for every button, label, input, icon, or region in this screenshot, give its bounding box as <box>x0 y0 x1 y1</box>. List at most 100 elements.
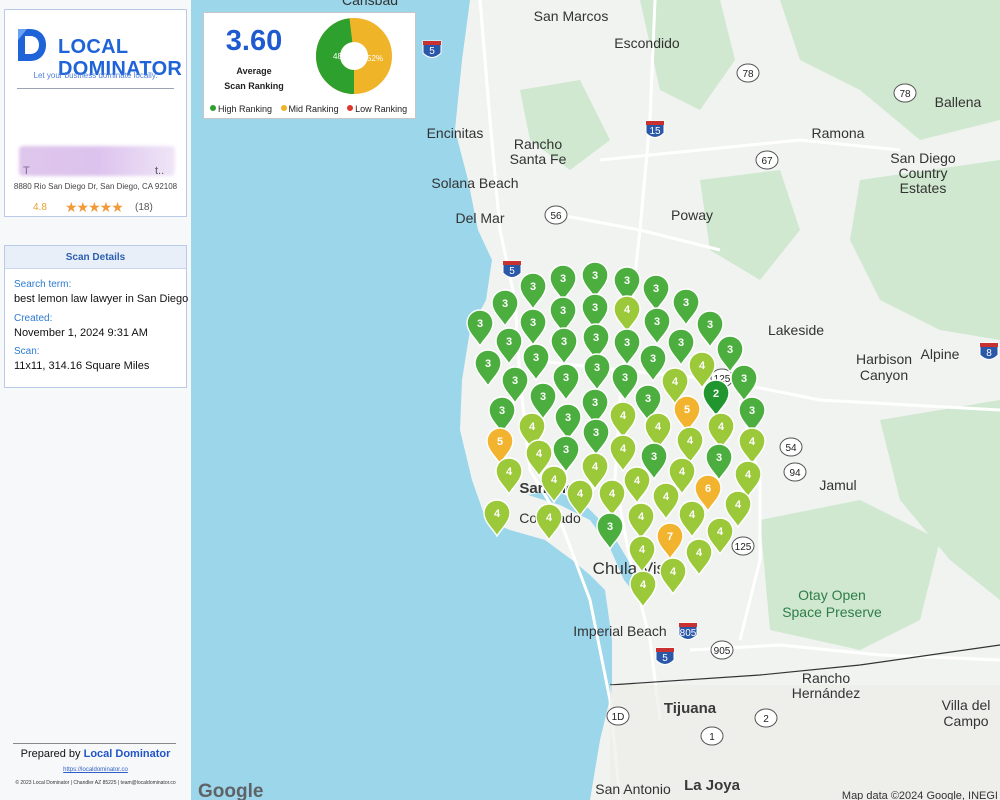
pin-rank-label: 2 <box>713 388 719 400</box>
svg-text:56: 56 <box>550 211 562 222</box>
business-name-redacted <box>19 146 175 176</box>
pin-rank-label: 4 <box>745 469 752 481</box>
place-label: Ballena <box>935 94 982 110</box>
place-label: Tijuana <box>664 700 717 717</box>
legend-mid: Mid Ranking <box>280 104 339 114</box>
place-label: Estates <box>900 180 947 196</box>
pin-rank-label: 3 <box>592 302 598 314</box>
prepared-prefix: Prepared by <box>20 748 84 760</box>
pin-rank-label: 3 <box>624 275 630 287</box>
pin-rank-label: 4 <box>620 410 627 422</box>
business-address: 8880 Rio San Diego Dr, San Diego, CA 921… <box>13 182 178 191</box>
place-label: Harbison <box>856 351 912 367</box>
legend-dot-icon <box>347 105 354 111</box>
route-shield-icon: 56 <box>544 205 568 225</box>
place-label: San Marcos <box>534 8 609 24</box>
brand-tagline: Let your business dominate locally. <box>33 71 158 80</box>
place-label: Space Preserve <box>782 604 882 620</box>
pin-rank-label: 3 <box>593 427 599 439</box>
footer-fine-print: © 2023 Local Dominator | Chandler AZ 852… <box>15 780 176 786</box>
donut-high-label: 48% <box>333 52 349 61</box>
route-shield-icon: 5 <box>502 260 522 278</box>
pin-rank-label: 3 <box>560 305 566 317</box>
legend-dot-icon <box>210 105 216 111</box>
pin-rank-label: 4 <box>609 488 616 500</box>
scan-details-card: Scan Details Search term: best lemon law… <box>4 245 188 388</box>
pin-rank-label: 3 <box>716 452 722 464</box>
pin-rank-label: 3 <box>645 393 651 405</box>
pin-rank-label: 4 <box>679 466 686 478</box>
pin-rank-label: 3 <box>563 372 569 384</box>
pin-rank-label: 4 <box>670 566 677 578</box>
place-label: Escondido <box>614 35 680 51</box>
search-term-value: best lemon law lawyer in San Diego <box>14 293 189 305</box>
pin-rank-label: 3 <box>502 298 508 310</box>
route-shield-icon: 54 <box>779 437 803 457</box>
pin-rank-label: 3 <box>485 358 491 370</box>
pin-rank-label: 3 <box>560 273 566 285</box>
pin-rank-label: 5 <box>497 436 503 448</box>
place-label: Canyon <box>860 367 908 383</box>
pin-rank-label: 3 <box>477 318 483 330</box>
donut-mid-label: 52% <box>367 54 383 63</box>
route-shield-icon: 125 <box>731 536 755 556</box>
pin-rank-label: 4 <box>687 435 694 447</box>
place-label: San Antonio <box>595 781 671 797</box>
pin-rank-label: 4 <box>494 508 501 520</box>
legend-high-label: High Ranking <box>218 104 273 114</box>
route-shield-icon: 78 <box>893 83 917 103</box>
place-label: Poway <box>671 207 713 223</box>
place-label: Del Mar <box>455 210 504 226</box>
place-label: Ramona <box>812 125 865 141</box>
svg-text:5: 5 <box>662 653 668 664</box>
pin-rank-label: 4 <box>529 421 536 433</box>
pin-rank-label: 4 <box>624 304 631 316</box>
pin-rank-label: 5 <box>684 404 690 416</box>
brand-logo: LOCAL DOMINATOR <box>12 24 184 80</box>
place-label: Imperial Beach <box>573 623 666 639</box>
map-view[interactable]: Carlsbad San Marcos Escondido Encinitas Ranc… <box>191 0 1000 800</box>
legend-mid-label: Mid Ranking <box>288 104 339 114</box>
route-shield-icon: 15 <box>645 120 665 138</box>
pin-rank-label: 4 <box>592 461 599 473</box>
pin-rank-label: 4 <box>735 499 742 511</box>
pin-rank-label: 3 <box>622 372 628 384</box>
pin-rank-label: 6 <box>705 483 711 495</box>
svg-text:125: 125 <box>735 542 752 553</box>
ranking-legend: High Ranking Mid Ranking Low Ranking <box>210 104 413 114</box>
footer-divider <box>13 743 176 744</box>
prepared-by: Prepared by Local Dominator <box>0 748 191 760</box>
star-rating-icon: ★★★★★ <box>65 199 124 215</box>
pin-rank-label: 3 <box>651 451 657 463</box>
pin-rank-label: 3 <box>512 375 518 387</box>
pin-rank-label: 3 <box>499 405 505 417</box>
place-label: Carlsbad <box>342 0 398 8</box>
scan-details-header: Scan Details <box>5 246 186 269</box>
route-shield-icon: 5 <box>422 40 442 58</box>
svg-text:1D: 1D <box>612 712 625 723</box>
scan-value: 11x11, 314.16 Square Miles <box>14 360 150 372</box>
pin-rank-label: 4 <box>536 448 543 460</box>
map-canvas[interactable]: Carlsbad San Marcos Escondido Encinitas Ranc… <box>191 0 1000 800</box>
local-dominator-logo-icon <box>18 29 46 61</box>
pin-rank-label: 3 <box>530 281 536 293</box>
svg-text:67: 67 <box>761 156 773 167</box>
svg-text:5: 5 <box>429 46 435 57</box>
pin-rank-label: 3 <box>563 444 569 456</box>
route-shield-icon: 1 <box>700 726 724 746</box>
score-label-scan-ranking: Scan Ranking <box>224 81 284 91</box>
website-link[interactable]: https://localdominator.co <box>0 767 191 773</box>
pin-rank-label: 4 <box>638 511 645 523</box>
svg-text:54: 54 <box>785 443 797 454</box>
pin-rank-label: 4 <box>551 474 558 486</box>
pin-rank-label: 4 <box>663 491 670 503</box>
pin-rank-label: 4 <box>639 544 646 556</box>
pin-rank-label: 4 <box>699 360 706 372</box>
legend-low: Low Ranking <box>347 104 407 114</box>
rating-value: 4.8 <box>33 202 47 213</box>
svg-text:1: 1 <box>709 732 715 743</box>
svg-text:2: 2 <box>763 714 769 725</box>
place-label: Villa del <box>942 697 991 713</box>
svg-text:805: 805 <box>680 628 697 639</box>
pin-rank-label: 3 <box>607 521 613 533</box>
